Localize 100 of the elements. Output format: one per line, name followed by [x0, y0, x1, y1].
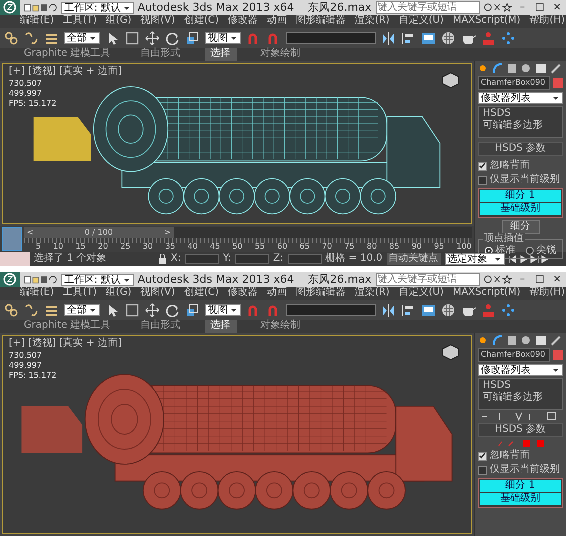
- rollout-header[interactable]: HSDS 参数: [478, 423, 563, 437]
- menu-item[interactable]: 渲染(R): [355, 15, 390, 28]
- help-icons[interactable]: [484, 274, 512, 285]
- menu-item[interactable]: 创建(C): [184, 287, 220, 300]
- menu-item[interactable]: 帮助(H): [530, 15, 566, 28]
- menu-item[interactable]: MAXScript(M): [452, 15, 521, 28]
- window-control[interactable]: □: [533, 2, 547, 14]
- rotate-icon[interactable]: [165, 30, 180, 46]
- square-select-icon[interactable]: [125, 30, 140, 46]
- scale-icon[interactable]: [185, 302, 200, 318]
- workspace-dropdown[interactable]: 工作区: 默认: [61, 274, 134, 286]
- frame-indicator[interactable]: < 0 / 100 >: [24, 227, 174, 238]
- ribbon-tab[interactable]: 选择: [204, 320, 237, 333]
- menu-item[interactable]: 创建(C): [184, 15, 220, 28]
- command-panel-tabs-icon[interactable]: [478, 335, 562, 346]
- mirror-icon[interactable]: [381, 302, 396, 318]
- window-control[interactable]: –: [516, 2, 530, 14]
- ribbon-tab[interactable]: Graphite 建模工具: [18, 320, 117, 333]
- square-select-icon[interactable]: [125, 302, 140, 318]
- help-icons[interactable]: [484, 2, 512, 13]
- object-name-field[interactable]: ChamferBox090: [478, 348, 550, 362]
- viewport-label[interactable]: [+] [透视] [真实 + 边面]: [9, 66, 122, 78]
- previous-frame-button[interactable]: <: [27, 227, 34, 238]
- dots-icon[interactable]: [501, 302, 516, 318]
- ribbon-tab[interactable]: 自由形式: [134, 48, 187, 61]
- checkbox[interactable]: [478, 452, 487, 460]
- menu-item[interactable]: 图形编辑器: [296, 15, 346, 28]
- move-icon[interactable]: [145, 302, 160, 318]
- named-selection-field[interactable]: [286, 304, 376, 316]
- mirror-icon[interactable]: [381, 30, 396, 46]
- rotate-icon[interactable]: [165, 302, 180, 318]
- menu-item[interactable]: 工具(T): [63, 15, 98, 28]
- coordinate-system-dropdown[interactable]: 视图: [205, 304, 241, 316]
- viewport[interactable]: [+] [透视] [真实 + 边面] 730,507 499,997 FPS: 15.172: [2, 63, 472, 224]
- ribbon-tab[interactable]: 对象绘制: [254, 48, 307, 61]
- unlink-icon[interactable]: [24, 30, 39, 46]
- align-icon[interactable]: [401, 302, 416, 318]
- menu-item[interactable]: 图形编辑器: [296, 287, 346, 300]
- lock-icon[interactable]: [158, 254, 167, 264]
- menu-item[interactable]: 编辑(E): [20, 15, 54, 28]
- object-color-swatch[interactable]: [553, 350, 563, 360]
- schematic-icon[interactable]: [421, 30, 436, 46]
- selection-filter-dropdown[interactable]: 全部: [64, 32, 100, 44]
- schematic-icon[interactable]: [421, 302, 436, 318]
- menu-item[interactable]: 帮助(H): [530, 287, 566, 300]
- ribbon-tab[interactable]: Graphite 建模工具: [18, 48, 117, 61]
- modifier-stack-item[interactable]: HSDS: [480, 108, 561, 120]
- view-cube-icon[interactable]: [441, 344, 461, 360]
- window-control[interactable]: ×: [550, 274, 564, 286]
- checkbox[interactable]: [478, 162, 487, 170]
- link-icon[interactable]: [4, 30, 19, 46]
- menu-item[interactable]: 组(G): [106, 287, 132, 300]
- subdivide-button[interactable]: 细分: [502, 220, 540, 234]
- menu-item[interactable]: 自定义(U): [398, 287, 444, 300]
- menu-item[interactable]: 组(G): [106, 15, 132, 28]
- menu-item[interactable]: 视图(V): [140, 287, 176, 300]
- align-icon[interactable]: [401, 30, 416, 46]
- window-control[interactable]: ×: [550, 2, 564, 14]
- menu-item[interactable]: 自定义(U): [398, 15, 444, 28]
- menu-item[interactable]: 渲染(R): [355, 287, 390, 300]
- menu-item[interactable]: 视图(V): [140, 15, 176, 28]
- modifier-list-dropdown[interactable]: 修改器列表: [478, 92, 563, 104]
- dots-icon[interactable]: [501, 30, 516, 46]
- modifier-stack-item[interactable]: 可编辑多边形: [480, 392, 561, 404]
- subdivision-level[interactable]: 细分 1: [480, 190, 561, 202]
- modifier-list-dropdown[interactable]: 修改器列表: [478, 364, 563, 376]
- subdivision-level[interactable]: 基础级别: [480, 493, 561, 505]
- menu-item[interactable]: 修改器: [228, 15, 258, 28]
- viewport[interactable]: [+] [透视] [真实 + 边面] 730,507 499,997 FPS: 15.172: [2, 335, 472, 534]
- coordinate-field[interactable]: [185, 254, 220, 264]
- view-cube-icon[interactable]: [441, 72, 461, 88]
- named-selection-field[interactable]: [286, 32, 376, 44]
- scale-icon[interactable]: [185, 30, 200, 46]
- unlink-icon[interactable]: [24, 302, 39, 318]
- menu-item[interactable]: 修改器: [228, 287, 258, 300]
- subdivision-level[interactable]: 细分 1: [480, 480, 561, 492]
- ribbon-tab[interactable]: 对象绘制: [254, 320, 307, 333]
- menu-item[interactable]: 动画: [267, 287, 288, 300]
- next-frame-button[interactable]: >: [164, 227, 171, 238]
- viewport-label[interactable]: [+] [透视] [真实 + 边面]: [9, 338, 122, 350]
- quick-access-icons[interactable]: [24, 2, 58, 13]
- quick-access-icons[interactable]: [24, 274, 58, 285]
- menu-item[interactable]: 动画: [267, 15, 288, 28]
- material-icon[interactable]: [441, 302, 456, 318]
- menu-item[interactable]: 编辑(E): [20, 287, 54, 300]
- checkbox[interactable]: [478, 176, 487, 184]
- coordinate-system-dropdown[interactable]: 视图: [205, 32, 241, 44]
- link-icon[interactable]: [4, 302, 19, 318]
- menu-item[interactable]: 工具(T): [63, 287, 98, 300]
- selection-filter-dropdown[interactable]: 全部: [64, 304, 100, 316]
- workspace-dropdown[interactable]: 工作区: 默认: [61, 2, 134, 14]
- subdivision-level[interactable]: 基础级别: [480, 203, 561, 215]
- coordinate-field[interactable]: [235, 254, 270, 264]
- key-filter-dropdown[interactable]: 选定对象: [444, 253, 505, 265]
- object-color-swatch[interactable]: [553, 78, 563, 88]
- menu-item[interactable]: MAXScript(M): [452, 287, 521, 300]
- radio-button[interactable]: [526, 247, 534, 255]
- window-control[interactable]: □: [533, 274, 547, 286]
- ribbon-tab[interactable]: 自由形式: [134, 320, 187, 333]
- rollout-header[interactable]: HSDS 参数: [478, 142, 563, 156]
